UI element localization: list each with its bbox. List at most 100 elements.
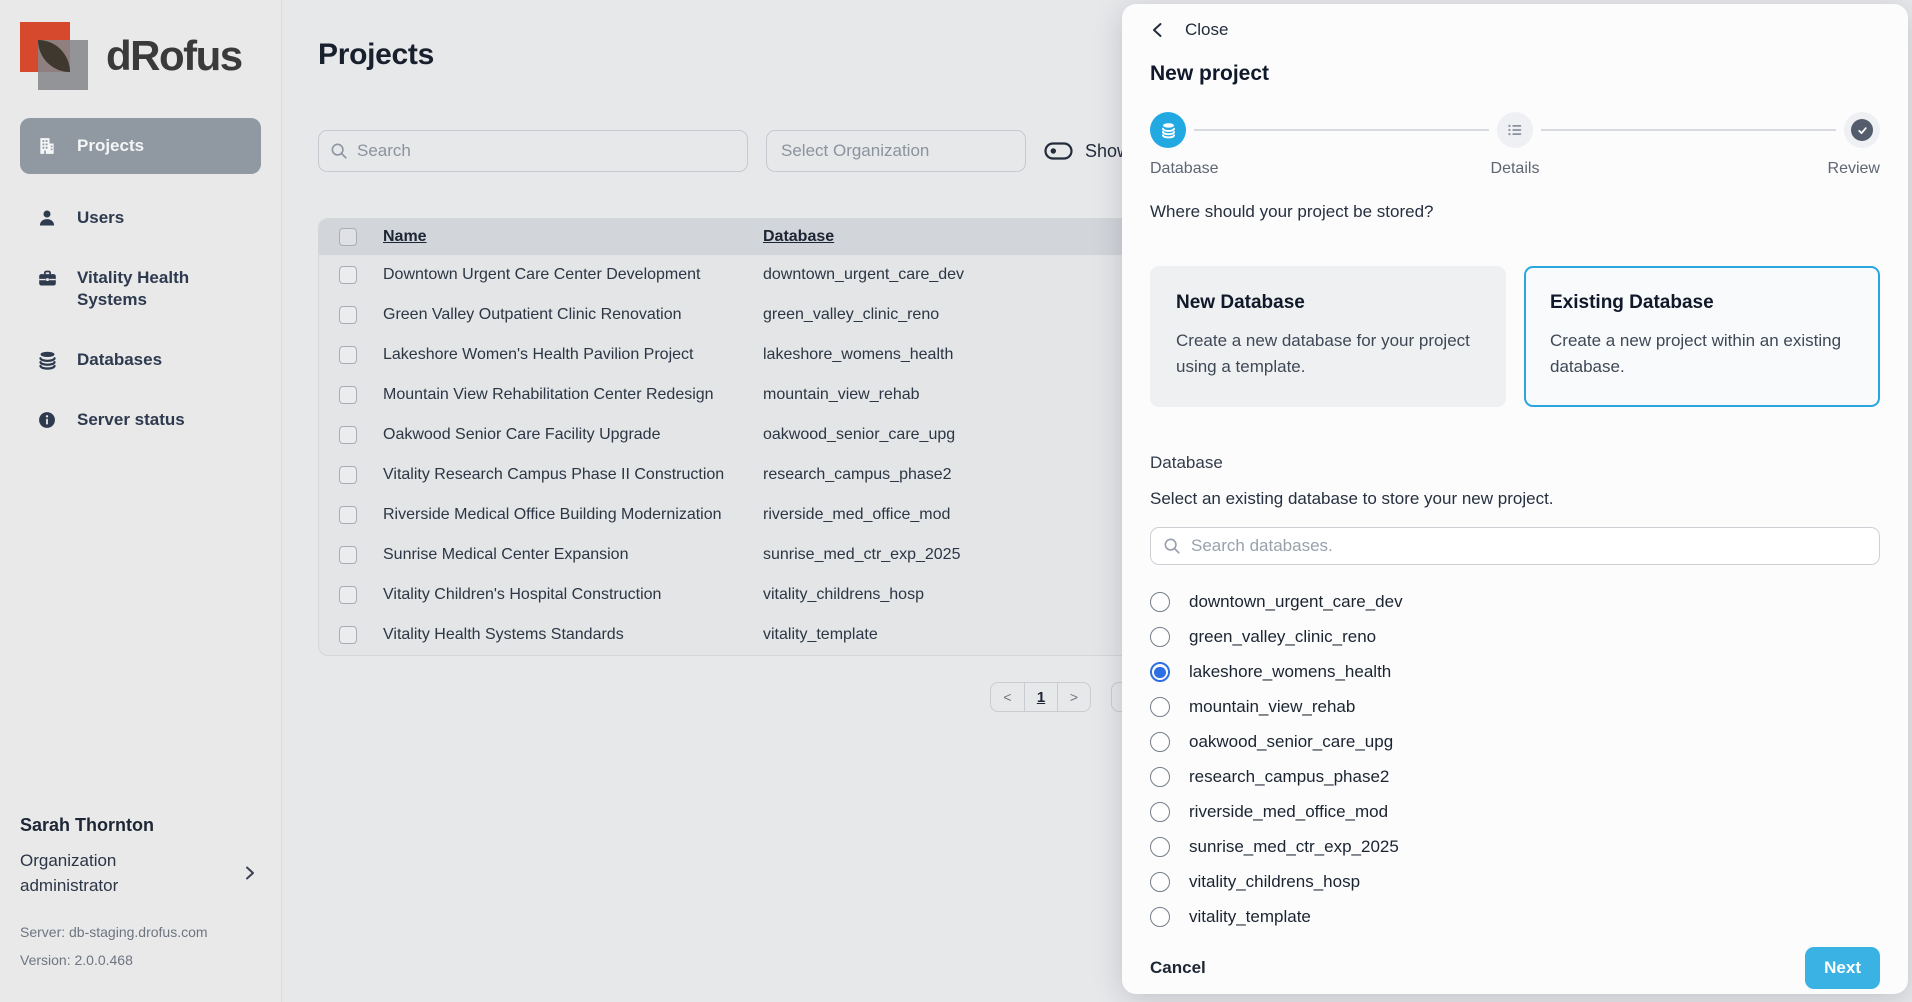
row-checkbox[interactable] [339,306,357,324]
radio-button[interactable] [1150,662,1170,682]
database-option[interactable]: mountain_view_rehab [1150,690,1880,725]
table-header-row: Name Database [319,219,1232,255]
project-database: lakeshore_womens_health [763,346,953,363]
sidebar-item-users[interactable]: Users [20,194,261,242]
row-checkbox[interactable] [339,626,357,644]
sidebar-nav: Projects Users Vitality Health Systems D… [20,118,261,456]
organization-select[interactable] [766,130,1026,172]
table-row[interactable]: Riverside Medical Office Building Modern… [319,495,1232,535]
table-row[interactable]: Lakeshore Women's Health Pavilion Projec… [319,335,1232,375]
database-option[interactable]: downtown_urgent_care_dev [1150,585,1880,620]
project-name: Sunrise Medical Center Expansion [383,546,628,563]
card-title: Existing Database [1550,292,1854,314]
sidebar-item-label: Projects [77,135,144,157]
radio-button[interactable] [1150,697,1170,717]
radio-button[interactable] [1150,592,1170,612]
user-role-row[interactable]: Organization administrator [20,848,261,898]
show-toggle[interactable]: Show [1044,141,1130,162]
table-row[interactable]: Green Valley Outpatient Clinic Renovatio… [319,295,1232,335]
project-name: Riverside Medical Office Building Modern… [383,506,722,523]
project-database: downtown_urgent_care_dev [763,266,964,283]
building-icon [36,135,58,157]
project-database: research_campus_phase2 [763,466,952,483]
next-page-button[interactable]: > [1057,683,1090,711]
chevron-left-icon [1150,22,1165,38]
table-row[interactable]: Vitality Children's Hospital Constructio… [319,575,1232,615]
project-database: vitality_childrens_hosp [763,586,924,603]
version-info: Version: 2.0.0.468 [20,952,261,968]
column-header-name[interactable]: Name [383,228,427,245]
database-option[interactable]: sunrise_med_ctr_exp_2025 [1150,830,1880,865]
radio-button[interactable] [1150,732,1170,752]
step-details-icon [1497,112,1533,148]
sidebar-item-server-status[interactable]: Server status [20,396,261,444]
close-button[interactable]: Close [1150,20,1228,40]
row-checkbox[interactable] [339,546,357,564]
database-option-label: vitality_childrens_hosp [1189,872,1360,892]
step-connector [1194,129,1489,131]
row-checkbox[interactable] [339,346,357,364]
project-name: Mountain View Rehabilitation Center Rede… [383,386,714,403]
pagination-row: < 1 > [318,682,1233,712]
next-button[interactable]: Next [1805,947,1880,989]
table-row[interactable]: Mountain View Rehabilitation Center Rede… [319,375,1232,415]
chevron-right-icon[interactable] [239,862,261,884]
radio-button[interactable] [1150,872,1170,892]
sidebar-item-label: Databases [77,349,162,371]
database-option-label: lakeshore_womens_health [1189,662,1391,682]
radio-button[interactable] [1150,802,1170,822]
table-row[interactable]: Vitality Health Systems Standards vitali… [319,615,1232,655]
database-option[interactable]: vitality_childrens_hosp [1150,865,1880,900]
row-checkbox[interactable] [339,266,357,284]
database-option[interactable]: riverside_med_office_mod [1150,795,1880,830]
database-option[interactable]: vitality_template [1150,900,1880,935]
project-database: riverside_med_office_mod [763,506,950,523]
database-option-label: riverside_med_office_mod [1189,802,1388,822]
sidebar-item-projects[interactable]: Projects [20,118,261,174]
step-connector [1541,129,1836,131]
table-row[interactable]: Vitality Research Campus Phase II Constr… [319,455,1232,495]
row-checkbox[interactable] [339,506,357,524]
existing-database-card[interactable]: Existing Database Create a new project w… [1524,266,1880,407]
prev-page-button[interactable]: < [991,683,1024,711]
projects-table: Name Database Downtown Urgent Care Cente… [318,218,1233,656]
sidebar-item-organization[interactable]: Vitality Health Systems [20,254,261,324]
select-all-checkbox[interactable] [339,228,357,246]
table-row[interactable]: Oakwood Senior Care Facility Upgrade oak… [319,415,1232,455]
search-input[interactable] [318,130,748,172]
row-checkbox[interactable] [339,426,357,444]
storage-options: New Database Create a new database for y… [1150,266,1880,407]
new-database-card[interactable]: New Database Create a new database for y… [1150,266,1506,407]
database-option[interactable]: green_valley_clinic_reno [1150,620,1880,655]
project-database: vitality_template [763,626,878,643]
row-checkbox[interactable] [339,386,357,404]
radio-button[interactable] [1150,767,1170,787]
card-description: Create a new project within an existing … [1550,328,1854,381]
database-option-label: mountain_view_rehab [1189,697,1355,717]
user-role: Organization administrator [20,848,200,898]
column-header-database[interactable]: Database [763,228,834,245]
database-option-label: vitality_template [1189,907,1311,927]
card-title: New Database [1176,292,1480,314]
row-checkbox[interactable] [339,586,357,604]
database-option[interactable]: oakwood_senior_care_upg [1150,725,1880,760]
project-database: sunrise_med_ctr_exp_2025 [763,546,960,563]
step-label-database: Database [1150,160,1393,178]
radio-button[interactable] [1150,627,1170,647]
current-page-button[interactable]: 1 [1024,683,1057,711]
table-row[interactable]: Downtown Urgent Care Center Development … [319,255,1232,295]
briefcase-icon [36,267,58,289]
table-body: Downtown Urgent Care Center Development … [319,255,1232,655]
project-name: Oakwood Senior Care Facility Upgrade [383,426,660,443]
row-checkbox[interactable] [339,466,357,484]
database-search-input[interactable] [1150,527,1880,565]
server-info: Server: db-staging.drofus.com [20,924,261,940]
sidebar-item-databases[interactable]: Databases [20,336,261,384]
radio-button[interactable] [1150,907,1170,927]
table-row[interactable]: Sunrise Medical Center Expansion sunrise… [319,535,1232,575]
project-name: Vitality Children's Hospital Constructio… [383,586,661,603]
database-option[interactable]: lakeshore_womens_health [1150,655,1880,690]
cancel-button[interactable]: Cancel [1150,950,1218,986]
radio-button[interactable] [1150,837,1170,857]
database-option[interactable]: research_campus_phase2 [1150,760,1880,795]
